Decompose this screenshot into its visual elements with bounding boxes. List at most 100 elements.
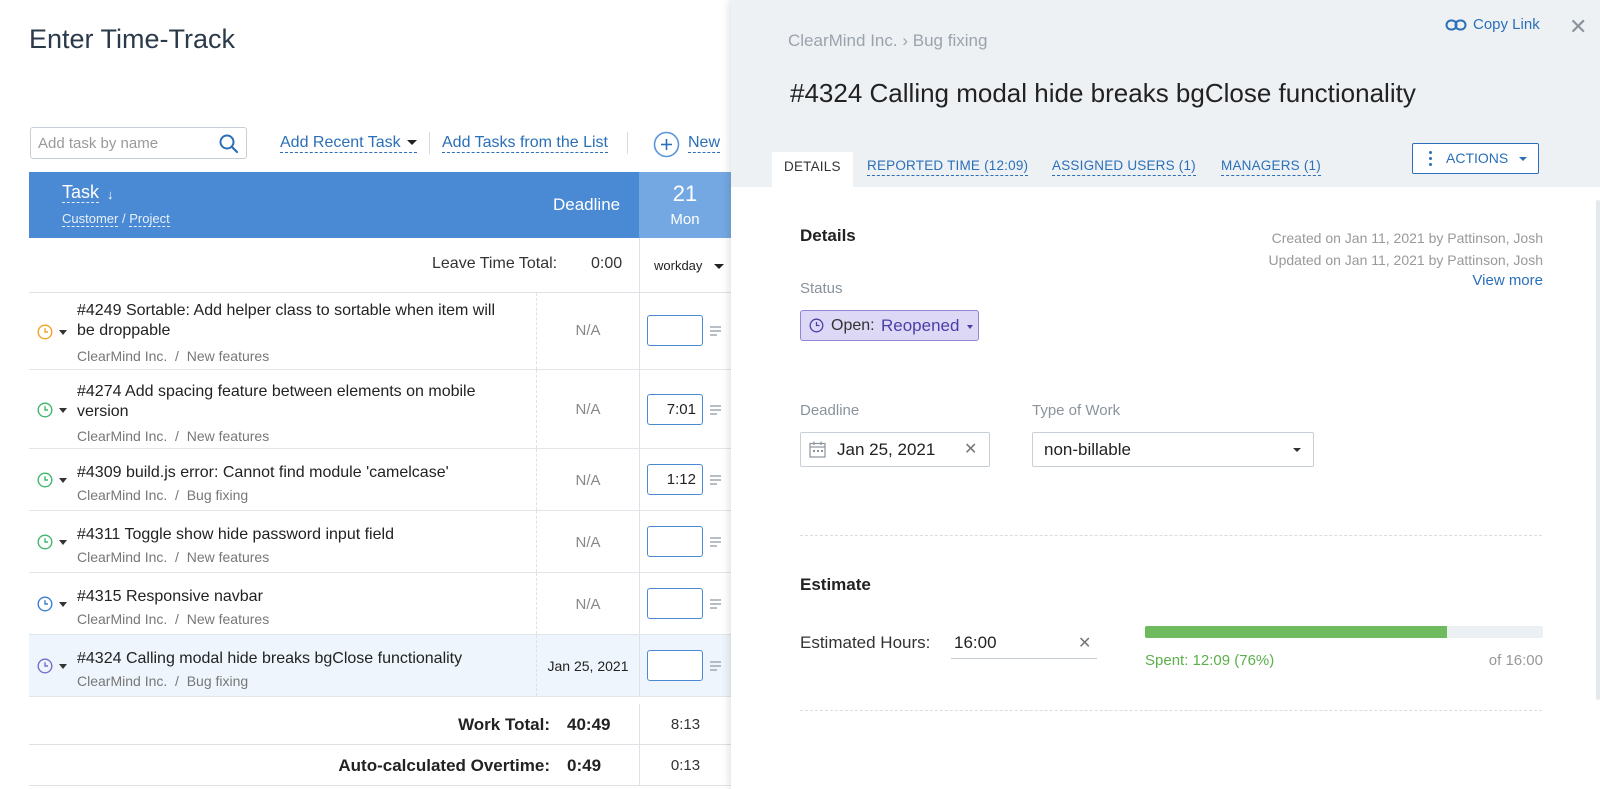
clock-icon[interactable] [37,324,53,340]
close-icon[interactable]: ✕ [1569,14,1587,40]
notes-icon[interactable] [710,326,721,336]
clock-icon[interactable] [37,658,53,674]
type-of-work-select[interactable]: non-billable [1032,432,1314,467]
updated-info: Updated on Jan 11, 2021 by Pattinson, Jo… [1268,252,1544,268]
clear-icon[interactable]: ✕ [1078,633,1091,653]
sort-by-customer-link[interactable]: Customer [62,211,119,227]
task-search-box[interactable] [30,127,247,159]
task-deadline: N/A [575,534,601,551]
breadcrumb: ClearMind Inc. › Bug fixing [788,31,987,51]
toolbar-divider [429,132,430,154]
new-task-link[interactable]: New [688,133,721,153]
sort-by-task-link[interactable]: Task [62,182,100,203]
hours-input[interactable] [647,588,703,619]
tab-reported-time[interactable]: REPORTED TIME (12:09) [867,158,1029,176]
estimated-hours-input[interactable]: 16:00 ✕ [951,627,1097,659]
column-divider [639,635,640,696]
column-divider [639,238,640,293]
task-customer-project: ClearMind Inc. / New features [77,428,270,444]
leave-time-row: Leave Time Total: 0:00 workday [29,238,731,293]
tab-managers[interactable]: MANAGERS (1) [1221,158,1321,176]
tab-assigned-users[interactable]: ASSIGNED USERS (1) [1052,158,1196,176]
clock-icon[interactable] [37,596,53,612]
table-header: Task ↓ Customer / Project Deadline 21 Mo… [29,172,731,238]
task-search-input[interactable] [31,128,206,158]
clock-icon[interactable] [37,402,53,418]
task-row[interactable]: #4311 Toggle show hide password input fi… [29,511,731,573]
chevron-down-icon [406,140,417,146]
more-vertical-icon [1429,151,1432,166]
task-deadline: N/A [575,322,601,339]
task-row[interactable]: #4249 Sortable: Add helper class to sort… [29,293,731,370]
deadline-value: Jan 25, 2021 [837,440,936,459]
breadcrumb-customer[interactable]: ClearMind Inc. [788,31,898,50]
estimated-hours-label: Estimated Hours: [800,633,931,652]
actions-label: ACTIONS [1446,150,1509,166]
copy-link-button[interactable]: Copy Link [1445,16,1540,33]
task-row[interactable]: #4315 Responsive navbar ClearMind Inc. / … [29,573,731,635]
hours-input[interactable]: 1:12 [647,464,703,495]
task-title[interactable]: #4311 Toggle show hide password input fi… [77,525,517,545]
chevron-down-icon[interactable] [59,664,67,669]
notes-icon[interactable] [710,661,721,671]
day-type-select[interactable]: workday [654,258,725,273]
copy-link-label: Copy Link [1473,16,1540,33]
customer-project-sort: Customer / Project [62,211,170,227]
sort-by-project-link[interactable]: Project [129,211,170,227]
link-icon [1445,19,1467,30]
task-row[interactable]: #4324 Calling modal hide breaks bgClose … [29,635,731,697]
chevron-down-icon[interactable] [59,478,67,483]
add-circle-icon[interactable] [653,131,680,158]
deadline-date-field[interactable]: Jan 25, 2021 ✕ [800,432,990,467]
task-title[interactable]: #4274 Add spacing feature between elemen… [77,382,517,422]
task-deadline: N/A [575,401,601,418]
task-title[interactable]: #4249 Sortable: Add helper class to sort… [77,301,517,341]
day-column-header: 21 Mon [639,172,731,238]
notes-icon[interactable] [710,599,721,609]
task-title[interactable]: #4324 Calling modal hide breaks bgClose … [77,649,517,669]
notes-icon[interactable] [710,475,721,485]
hours-input[interactable] [647,526,703,557]
hours-input[interactable] [647,315,703,346]
task-title[interactable]: #4309 build.js error: Cannot find module… [77,463,517,483]
chevron-down-icon[interactable] [59,408,67,413]
add-tasks-from-list-link[interactable]: Add Tasks from the List [442,133,608,153]
clock-icon[interactable] [37,472,53,488]
view-more-link[interactable]: View more [1472,272,1543,289]
hours-input[interactable]: 7:01 [647,394,703,425]
task-title: #4324 Calling modal hide breaks bgClose … [790,78,1416,108]
status-dropdown[interactable]: Open: Reopened [800,310,979,341]
clear-icon[interactable]: ✕ [964,439,977,459]
section-divider [800,535,1542,536]
task-project: New features [186,348,270,364]
breadcrumb-project[interactable]: Bug fixing [913,31,988,50]
add-recent-task-label: Add Recent Task [280,134,401,151]
notes-icon[interactable] [710,537,721,547]
leave-time-value: 0:00 [591,255,623,272]
task-project: Bug fixing [186,673,249,689]
column-divider [639,370,640,448]
chevron-down-icon[interactable] [59,330,67,335]
clock-icon[interactable] [37,534,53,550]
task-row[interactable]: #4274 Add spacing feature between elemen… [29,370,731,449]
hours-input[interactable] [647,650,703,681]
task-customer: ClearMind Inc. [77,549,168,565]
task-title[interactable]: #4315 Responsive navbar [77,587,517,607]
search-icon[interactable] [218,133,240,155]
created-info: Created on Jan 11, 2021 by Pattinson, Jo… [1271,230,1543,246]
leave-time-label: Leave Time Total: [432,255,558,272]
tab-details[interactable]: DETAILS [772,152,853,187]
panel-scrollbar[interactable] [1596,200,1600,700]
notes-icon[interactable] [710,405,721,415]
chevron-down-icon[interactable] [59,540,67,545]
estimated-hours-value: 16:00 [954,633,997,652]
actions-dropdown-button[interactable]: ACTIONS [1412,143,1539,174]
chevron-down-icon[interactable] [59,602,67,607]
status-label: Status [800,280,843,297]
add-recent-task-dropdown[interactable]: Add Recent Task [280,133,417,153]
work-total-row: Work Total: 40:49 8:13 [29,704,731,745]
task-project: New features [186,611,270,627]
task-customer: ClearMind Inc. [77,611,168,627]
toolbar-divider [627,132,628,154]
task-row[interactable]: #4309 build.js error: Cannot find module… [29,449,731,511]
